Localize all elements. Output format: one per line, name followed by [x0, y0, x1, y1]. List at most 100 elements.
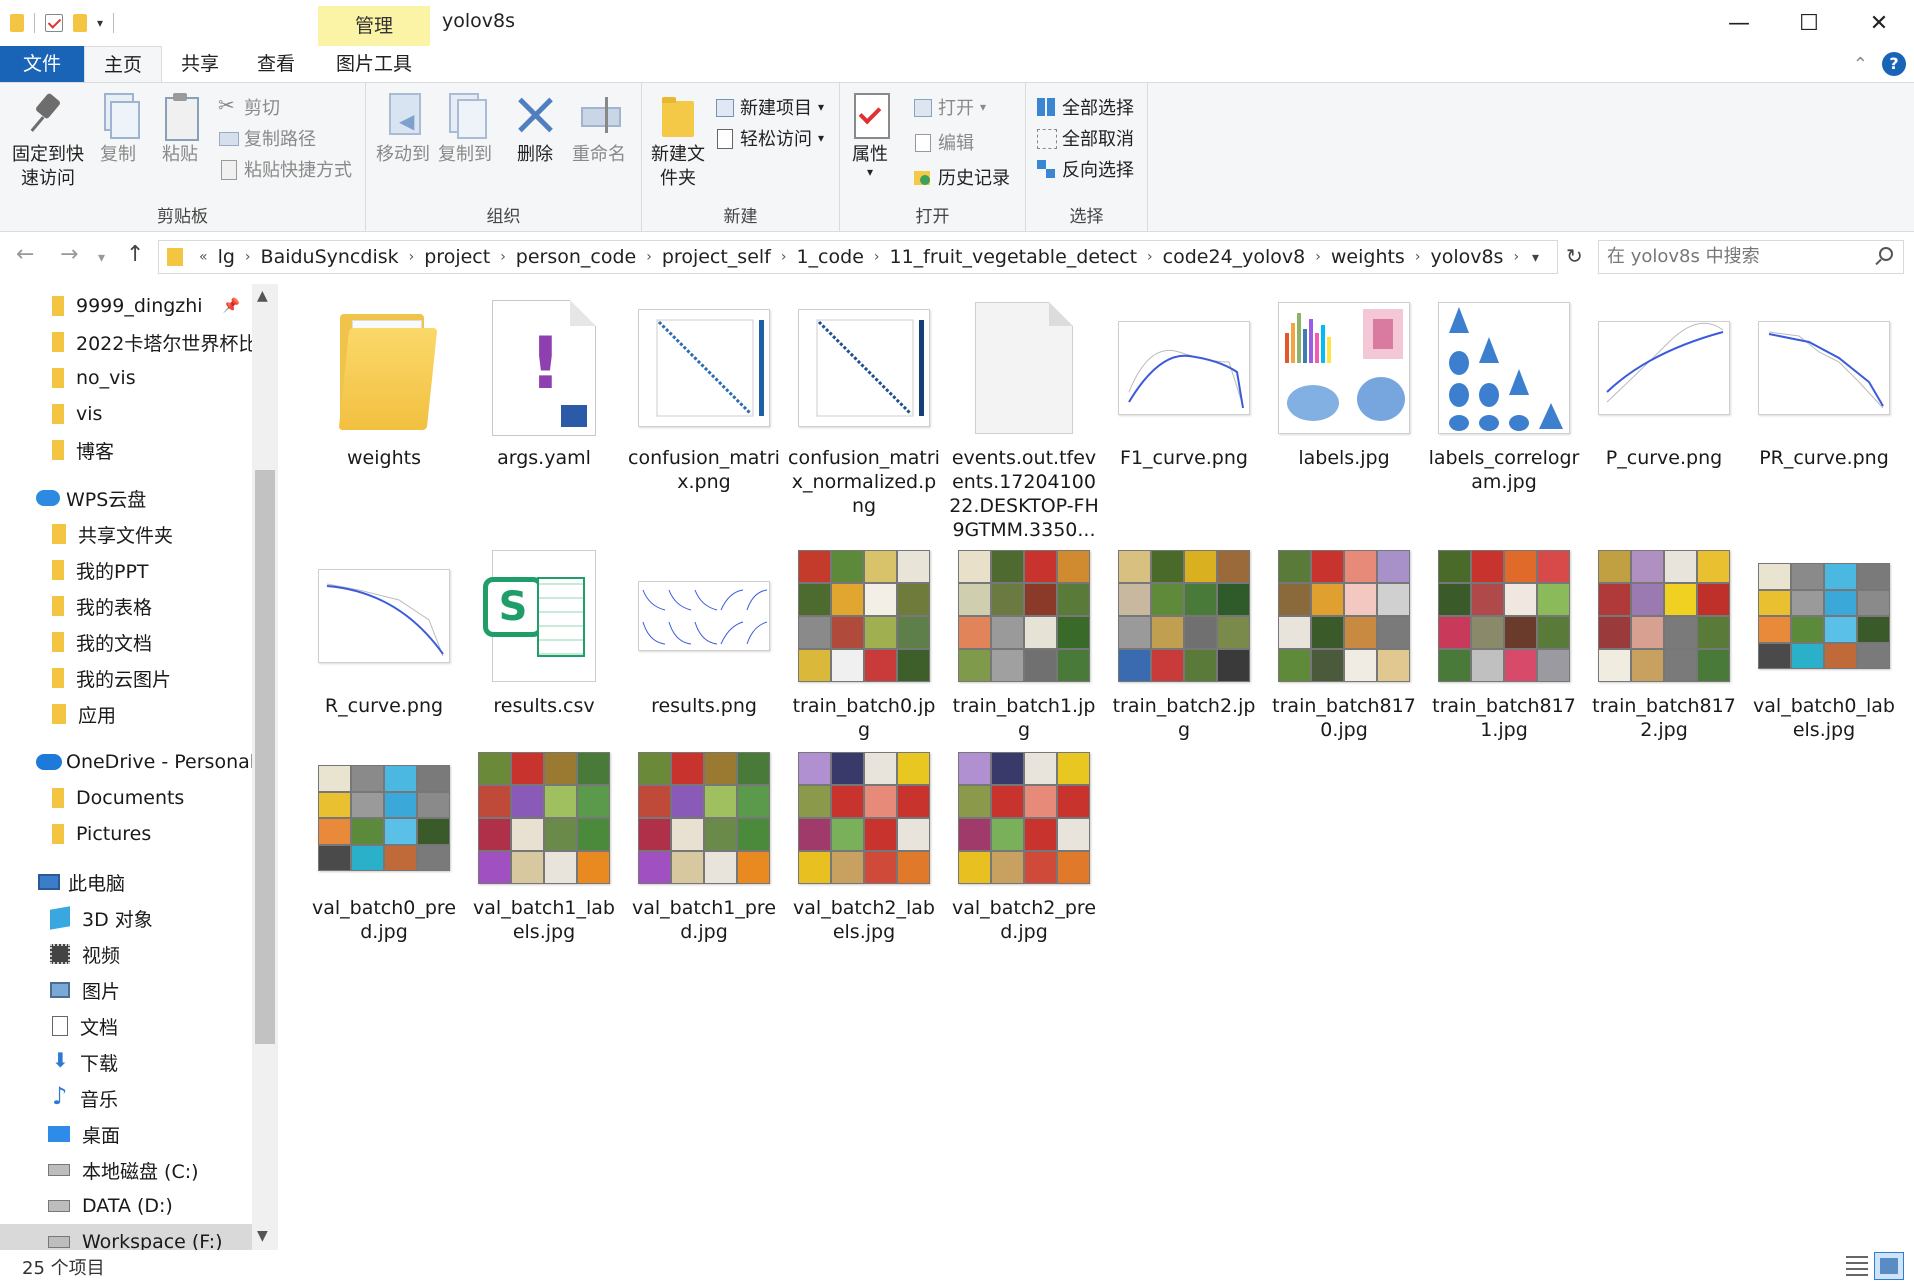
search-icon[interactable]	[1879, 247, 1893, 261]
breadcrumb-person-code[interactable]: person_code	[512, 246, 640, 268]
sidebar-item-apps[interactable]: 应用	[0, 696, 252, 732]
folder-icon[interactable]	[10, 14, 24, 32]
file-item-train-batch2[interactable]: train_batch2.jpg	[1104, 546, 1264, 742]
sidebar-item-desktop[interactable]: 桌面	[0, 1116, 252, 1152]
file-item-p-curve[interactable]: P_curve.png	[1584, 298, 1744, 470]
sidebar-item-vis[interactable]: vis	[0, 396, 252, 432]
sidebar-item-3d-objects[interactable]: 3D 对象	[0, 900, 252, 936]
sidebar-item-my-ppt[interactable]: 我的PPT	[0, 552, 252, 588]
sidebar-item-9999-dingzhi[interactable]: 9999_dingzhi 📌	[0, 288, 252, 324]
close-button[interactable]: ✕	[1844, 0, 1914, 46]
large-icons-view-icon[interactable]	[1874, 1252, 1904, 1280]
chevron-right-icon[interactable]: ›	[239, 249, 257, 265]
minimize-button[interactable]: —	[1704, 0, 1774, 46]
chevron-right-icon[interactable]: ›	[1507, 249, 1525, 265]
new-item-button[interactable]: 新建项目 ▾	[714, 93, 824, 121]
sidebar-item-drive-f[interactable]: Workspace (F:)	[0, 1224, 252, 1250]
file-item-val-batch0-pred[interactable]: val_batch0_pred.jpg	[304, 748, 464, 944]
sidebar-item-my-docs[interactable]: 我的文档	[0, 624, 252, 660]
copy-to-button[interactable]: 复制到	[436, 91, 494, 167]
open-button[interactable]: 打开 ▾	[912, 93, 986, 121]
file-item-r-curve[interactable]: R_curve.png	[304, 546, 464, 718]
invert-selection-button[interactable]: 反向选择	[1036, 155, 1134, 183]
file-item-args-yaml[interactable]: ! args.yaml	[464, 298, 624, 470]
file-item-results-csv[interactable]: S results.csv	[464, 546, 624, 718]
recent-locations-chevron-icon[interactable]: ▾	[98, 250, 105, 266]
file-item-weights[interactable]: weights	[304, 298, 464, 470]
file-item-labels[interactable]: labels.jpg	[1264, 298, 1424, 470]
file-item-results-png[interactable]: results.png	[624, 546, 784, 718]
file-item-confusion-matrix[interactable]: confusion_matrix.png	[624, 298, 784, 494]
chevron-right-icon[interactable]: ›	[640, 249, 658, 265]
breadcrumb-weights[interactable]: weights	[1327, 246, 1409, 268]
file-item-val-batch1-pred[interactable]: val_batch1_pred.jpg	[624, 748, 784, 944]
back-arrow-icon[interactable]: ←	[16, 242, 34, 267]
breadcrumb-project-self[interactable]: project_self	[658, 246, 775, 268]
sidebar-item-documents[interactable]: Documents	[0, 780, 252, 816]
chevron-right-icon[interactable]: ›	[775, 249, 793, 265]
tab-share[interactable]: 共享	[162, 46, 238, 82]
sidebar-item-images[interactable]: 图片	[0, 972, 252, 1008]
sidebar-item-downloads[interactable]: 下载	[0, 1044, 252, 1080]
breadcrumb-project[interactable]: project	[420, 246, 494, 268]
details-view-icon[interactable]	[1846, 1256, 1868, 1276]
scrollbar-thumb[interactable]	[255, 470, 275, 1044]
sidebar-item-docs[interactable]: 文档	[0, 1008, 252, 1044]
sidebar-item-worldcup[interactable]: 2022卡塔尔世界杯比赛	[0, 324, 252, 360]
up-arrow-icon[interactable]: ↑	[126, 242, 144, 267]
sidebar-item-drive-d[interactable]: DATA (D:)	[0, 1188, 252, 1224]
edit-button[interactable]: 编辑	[912, 128, 974, 156]
sidebar-item-drive-c[interactable]: 本地磁盘 (C:)	[0, 1152, 252, 1188]
file-item-val-batch0-labels[interactable]: val_batch0_labels.jpg	[1744, 546, 1904, 742]
chevron-right-icon[interactable]: ›	[1309, 249, 1327, 265]
easy-access-button[interactable]: 轻松访问 ▾	[714, 124, 824, 152]
file-item-val-batch2-pred[interactable]: val_batch2_pred.jpg	[944, 748, 1104, 944]
properties-button[interactable]: 属性 ▾	[848, 91, 892, 178]
help-icon[interactable]: ?	[1882, 52, 1906, 76]
file-item-f1-curve[interactable]: F1_curve.png	[1104, 298, 1264, 470]
breadcrumb-code24-yolov8[interactable]: code24_yolov8	[1159, 246, 1310, 268]
breadcrumb-1-code[interactable]: 1_code	[792, 246, 867, 268]
select-all-button[interactable]: 全部选择	[1036, 93, 1134, 121]
maximize-button[interactable]: ☐	[1774, 0, 1844, 46]
file-item-train-batch8170[interactable]: train_batch8170.jpg	[1264, 546, 1424, 742]
file-item-labels-correlogram[interactable]: labels_correlogram.jpg	[1424, 298, 1584, 494]
chevron-right-icon[interactable]: ›	[1409, 249, 1427, 265]
sidebar-item-onedrive[interactable]: OneDrive - Personal	[0, 744, 252, 780]
address-bar[interactable]: « lg › BaiduSyncdisk › project › person_cod…	[158, 240, 1558, 274]
forward-arrow-icon[interactable]: →	[60, 242, 78, 267]
breadcrumb-yolov8s[interactable]: yolov8s	[1426, 246, 1507, 268]
breadcrumb-baidusyncdisk[interactable]: BaiduSyncdisk	[257, 246, 403, 268]
tab-file[interactable]: 文件	[0, 46, 84, 82]
tab-picture-tools[interactable]: 图片工具	[318, 46, 430, 82]
new-folder-button[interactable]: 新建文件夹	[648, 91, 708, 191]
file-item-confusion-matrix-normalized[interactable]: confusion_matrix_normalized.png	[784, 298, 944, 518]
chevron-up-icon[interactable]: ⌃	[1853, 54, 1868, 75]
sidebar-item-blog[interactable]: 博客	[0, 432, 252, 468]
file-item-val-batch2-labels[interactable]: val_batch2_labels.jpg	[784, 748, 944, 944]
sidebar-item-music[interactable]: 音乐	[0, 1080, 252, 1116]
sidebar-item-videos[interactable]: 视频	[0, 936, 252, 972]
address-history-chevron-icon[interactable]: ▾	[1532, 250, 1539, 266]
sidebar-item-no-vis[interactable]: no_vis	[0, 360, 252, 396]
scroll-down-icon[interactable]: ▼	[257, 1228, 268, 1244]
refresh-icon[interactable]: ↻	[1566, 244, 1583, 268]
file-item-train-batch1[interactable]: train_batch1.jpg	[944, 546, 1104, 742]
manage-tab[interactable]: 管理	[318, 6, 430, 46]
tab-view[interactable]: 查看	[238, 46, 314, 82]
select-none-button[interactable]: 全部取消	[1036, 124, 1134, 152]
sidebar-scrollbar[interactable]: ▲ ▼	[252, 284, 278, 1250]
sidebar-item-this-pc[interactable]: 此电脑	[0, 864, 252, 900]
cut-button[interactable]: 剪切	[218, 93, 280, 121]
file-item-events[interactable]: events.out.tfevents.1720410022.DESKTOP-F…	[944, 298, 1104, 542]
rename-button[interactable]: 重命名	[570, 91, 628, 167]
sidebar-item-wps-cloud[interactable]: WPS云盘	[0, 480, 252, 516]
move-to-button[interactable]: 移动到	[374, 91, 432, 167]
copy-button[interactable]: 复制	[92, 91, 144, 167]
breadcrumb-fruit-vegetable-detect[interactable]: 11_fruit_vegetable_detect	[886, 246, 1142, 268]
paste-button[interactable]: 粘贴	[154, 91, 206, 167]
pin-to-quick-access-button[interactable]: 固定到快速访问	[8, 91, 88, 191]
sidebar-item-my-sheets[interactable]: 我的表格	[0, 588, 252, 624]
history-button[interactable]: 历史记录	[912, 163, 1010, 191]
file-item-train-batch8171[interactable]: train_batch8171.jpg	[1424, 546, 1584, 742]
